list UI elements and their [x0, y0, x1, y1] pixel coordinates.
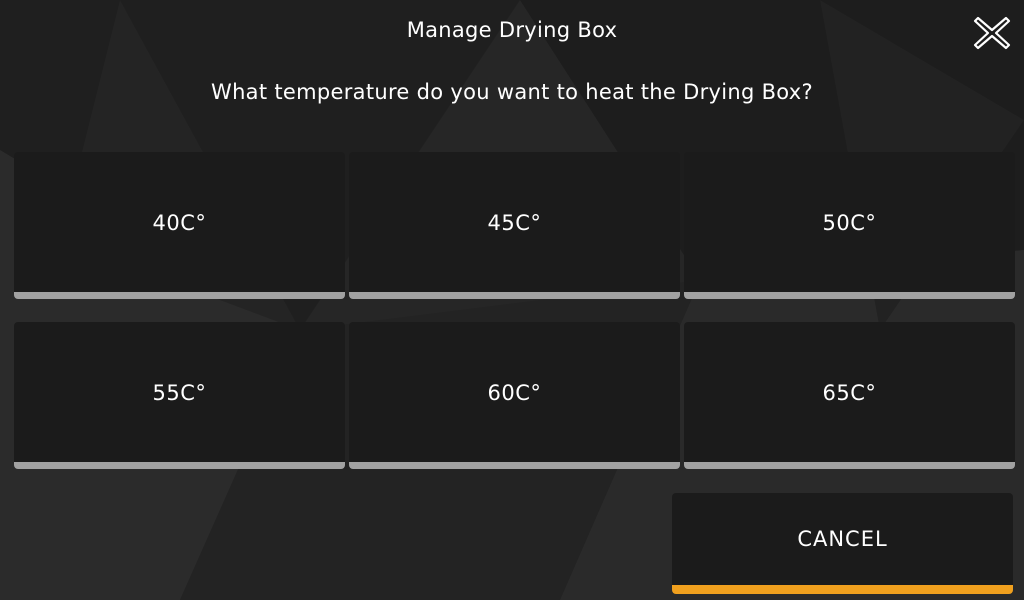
temp-button-label: 50C° — [822, 211, 877, 235]
close-x-icon — [973, 16, 1011, 50]
temp-button-label: 55C° — [152, 381, 207, 405]
close-button[interactable] — [972, 14, 1012, 52]
temp-button-65[interactable]: 65C° — [684, 322, 1015, 469]
temp-button-50[interactable]: 50C° — [684, 152, 1015, 299]
temp-button-label: 40C° — [152, 211, 207, 235]
dialog-title: Manage Drying Box — [406, 18, 618, 42]
temp-button-label: 65C° — [822, 381, 877, 405]
cancel-button[interactable]: CANCEL — [672, 493, 1013, 594]
temp-button-40[interactable]: 40C° — [14, 152, 345, 299]
temp-button-label: 45C° — [487, 211, 542, 235]
temp-button-55[interactable]: 55C° — [14, 322, 345, 469]
temp-button-60[interactable]: 60C° — [349, 322, 680, 469]
temperature-grid: 40C° 45C° 50C° 55C° 60C° 65C° — [14, 152, 1015, 469]
dialog-question: What temperature do you want to heat the… — [211, 80, 813, 104]
temp-button-label: 60C° — [487, 381, 542, 405]
cancel-button-label: CANCEL — [797, 527, 888, 551]
temp-button-45[interactable]: 45C° — [349, 152, 680, 299]
